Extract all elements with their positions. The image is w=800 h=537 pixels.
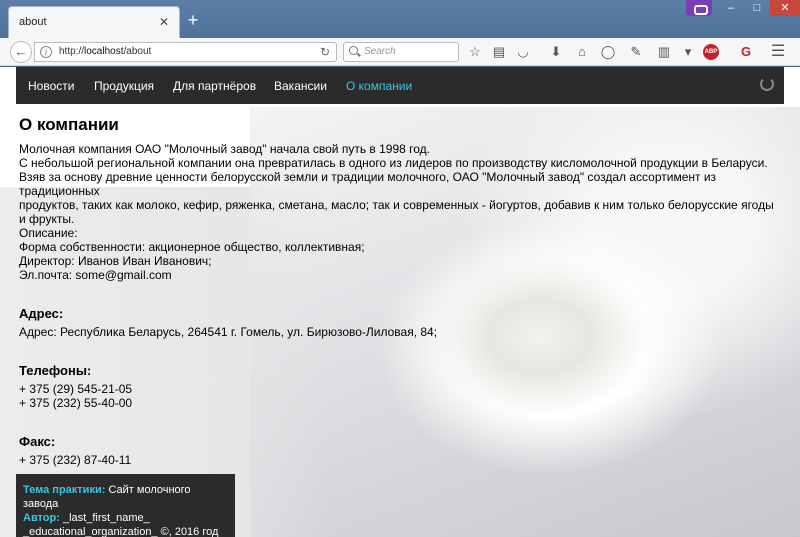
about-line: Взяв за основу древние ценности белорусс…	[19, 170, 717, 198]
minimize-icon[interactable]: –	[718, 0, 744, 16]
nav-item-about[interactable]: О компании	[346, 79, 412, 93]
window-titlebar: about ✕ + – □ ✕	[0, 0, 800, 38]
browser-tab[interactable]: about ✕	[8, 6, 180, 38]
page-viewport: Новости Продукция Для партнёров Вакансии…	[0, 67, 800, 537]
puzzle-icon[interactable]: ✎	[628, 44, 644, 60]
fax-heading: Факс:	[19, 434, 56, 449]
url-prefix: http://	[59, 46, 85, 57]
adblock-icon[interactable]: ABP	[703, 44, 719, 60]
translate-icon[interactable]: G	[738, 44, 754, 60]
phone-line: + 375 (232) 55-40-00	[19, 396, 133, 410]
page-title: О компании	[19, 115, 119, 134]
email-line: Эл.почта: some@gmail.com	[19, 268, 172, 282]
url-text[interactable]: http://localhost/about	[59, 46, 151, 57]
info-icon[interactable]: i	[40, 46, 52, 58]
private-mask-icon	[686, 0, 712, 16]
nav-item-products[interactable]: Продукция	[94, 79, 154, 93]
tab-close-icon[interactable]: ✕	[157, 15, 171, 29]
chat-icon[interactable]: ◯	[600, 44, 616, 60]
reading-list-icon[interactable]: ▤	[491, 44, 507, 60]
footer-author-label: Автор:	[23, 512, 60, 524]
bookmark-star-icon[interactable]: ☆	[467, 44, 483, 60]
nav-item-partners[interactable]: Для партнёров	[173, 79, 256, 93]
menu-icon[interactable]: ☰	[770, 44, 786, 60]
url-path: /about	[123, 46, 152, 57]
reload-icon[interactable]: ↻	[320, 45, 330, 59]
about-line: Директор: Иванов Иван Иванович;	[19, 254, 212, 268]
maximize-icon[interactable]: □	[744, 0, 770, 16]
phones-heading: Телефоны:	[19, 363, 92, 378]
address-text: Адрес: Республика Беларусь, 264541 г. Го…	[19, 325, 438, 339]
search-icon	[349, 46, 358, 55]
fax-line: + 375 (232) 87-40-11	[19, 453, 132, 467]
clipboard-icon[interactable]: ▥	[656, 44, 672, 60]
home-icon[interactable]: ⌂	[574, 44, 590, 60]
browser-toolbar: ← i http://localhost/about ↻ Search ☆ ▤ …	[0, 38, 800, 66]
nav-item-news[interactable]: Новости	[28, 79, 74, 93]
phone-line: + 375 (29) 545-21-05	[19, 382, 133, 396]
close-window-icon[interactable]: ✕	[770, 0, 800, 16]
about-line: Описание:	[19, 226, 78, 240]
about-line: С небольшой региональной компании она пр…	[19, 156, 768, 170]
address-bar[interactable]: i http://localhost/about ↻	[34, 42, 337, 62]
pocket-icon[interactable]: ◡	[515, 44, 531, 60]
refresh-icon[interactable]	[760, 77, 774, 91]
site-footer: Тема практики: Сайт молочного завода Авт…	[16, 474, 235, 537]
back-arrow-icon[interactable]: ←	[10, 41, 32, 63]
search-input[interactable]: Search	[343, 42, 459, 62]
nav-item-vacancies[interactable]: Вакансии	[274, 79, 327, 93]
new-tab-icon[interactable]: +	[185, 11, 201, 29]
address-heading: Адрес:	[19, 306, 64, 321]
search-placeholder: Search	[364, 46, 396, 57]
footer-topic-label: Тема практики:	[23, 484, 106, 496]
footer-topic: Тема практики: Сайт молочного завода	[23, 483, 228, 511]
url-host: localhost	[84, 46, 124, 57]
tab-title: about	[19, 16, 47, 28]
about-line: продуктов, таких как молоко, кефир, ряже…	[19, 198, 774, 226]
chevron-down-icon[interactable]: ▾	[680, 44, 696, 60]
footer-author-value: _last_first_name_	[62, 512, 150, 524]
site-navbar: Новости Продукция Для партнёров Вакансии…	[16, 67, 784, 104]
footer-org: _educational_organization_ ©, 2016 год	[23, 526, 219, 537]
about-line: Форма собственности: акционерное обществ…	[19, 240, 365, 254]
about-line: Молочная компания ОАО "Молочный завод" н…	[19, 142, 431, 156]
about-content: О компании Молочная компания ОАО "Молочн…	[19, 115, 779, 467]
download-icon[interactable]: ⬇	[548, 44, 564, 60]
footer-author: Автор: _last_first_name_	[23, 511, 228, 525]
